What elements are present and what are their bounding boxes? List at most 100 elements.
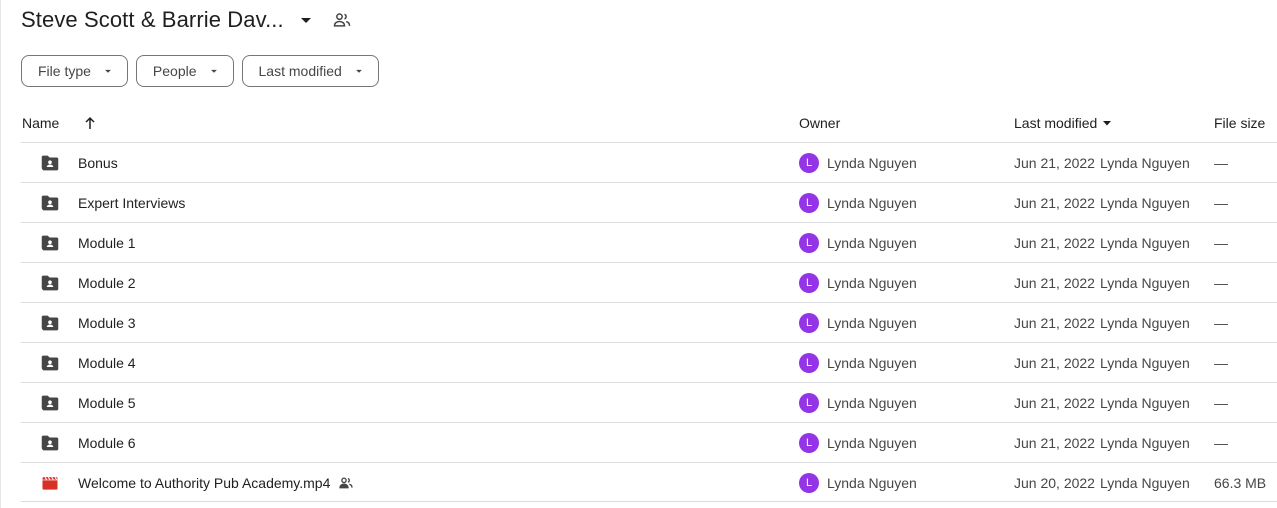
panel-border: [0, 0, 1, 508]
owner-name: Lynda Nguyen: [827, 434, 917, 451]
file-name[interactable]: Module 4: [78, 343, 136, 382]
file-name-text: Welcome to Authority Pub Academy.mp4: [78, 474, 331, 491]
modified-date: Jun 21, 2022: [1014, 394, 1095, 411]
people-icon[interactable]: [330, 8, 354, 32]
modified-date: Jun 21, 2022: [1014, 154, 1095, 171]
file-name[interactable]: Module 5: [78, 383, 136, 422]
last-modified-cell: Jun 21, 2022 Lynda Nguyen: [1014, 263, 1190, 302]
file-name[interactable]: Module 1: [78, 223, 136, 262]
avatar[interactable]: L: [799, 192, 819, 213]
file-name[interactable]: Bonus: [78, 143, 118, 182]
avatar[interactable]: L: [799, 472, 819, 493]
owner-cell: L Lynda Nguyen: [799, 143, 917, 182]
chevron-down-icon: [105, 69, 111, 73]
column-name[interactable]: Name: [22, 104, 59, 142]
file-name-text: Module 3: [78, 314, 136, 331]
owner-cell: L Lynda Nguyen: [799, 183, 917, 222]
chevron-down-icon: [355, 69, 362, 73]
file-size: —: [1214, 314, 1228, 331]
modified-date: Jun 20, 2022: [1014, 474, 1095, 491]
avatar[interactable]: L: [799, 272, 819, 293]
owner-cell: L Lynda Nguyen: [799, 263, 917, 302]
shared-folder-icon: [38, 263, 62, 302]
modified-date: Jun 21, 2022: [1014, 234, 1095, 251]
table-row[interactable]: Bonus L Lynda Nguyen Jun 21, 2022 Lynda Nguy…: [21, 142, 1277, 182]
modified-by: Lynda Nguyen: [1099, 234, 1190, 251]
column-last-modified-label: Last modified: [1014, 115, 1098, 131]
table-row[interactable]: Module 3 L Lynda Nguyen Jun 21, 2022 Lynda N…: [21, 302, 1277, 342]
filter-label: People: [152, 63, 197, 79]
modified-date: Jun 21, 2022: [1014, 434, 1095, 451]
modified-date: Jun 21, 2022: [1014, 194, 1095, 211]
last-modified-filter[interactable]: Last modified: [241, 55, 379, 87]
file-name[interactable]: Module 3: [78, 303, 136, 342]
owner-cell: L Lynda Nguyen: [799, 343, 917, 382]
modified-by: Lynda Nguyen: [1099, 394, 1190, 411]
filter-bar: File type People Last modified: [21, 55, 379, 87]
file-size: —: [1214, 234, 1228, 251]
owner-cell: L Lynda Nguyen: [799, 303, 917, 342]
sort-direction-icon: [1103, 121, 1112, 126]
file-name-text: Bonus: [78, 154, 118, 171]
table-row[interactable]: Module 5 L Lynda Nguyen Jun 21, 2022 Lynda N…: [21, 382, 1277, 422]
file-name-text: Module 5: [78, 394, 136, 411]
last-modified-cell: Jun 21, 2022 Lynda Nguyen: [1014, 143, 1190, 182]
shared-folder-icon: [38, 183, 62, 222]
people-filter[interactable]: People: [135, 55, 234, 87]
file-name[interactable]: Module 2: [78, 263, 136, 302]
table-row[interactable]: Module 6 L Lynda Nguyen Jun 21, 2022 Lynda N…: [21, 422, 1277, 462]
avatar[interactable]: L: [799, 232, 819, 253]
folder-header: Steve Scott & Barrie Dav...: [21, 4, 354, 36]
avatar[interactable]: L: [799, 432, 819, 453]
file-name-text: Expert Interviews: [78, 194, 186, 211]
owner-cell: L Lynda Nguyen: [799, 463, 917, 502]
modified-by: Lynda Nguyen: [1099, 474, 1190, 491]
last-modified-cell: Jun 21, 2022 Lynda Nguyen: [1014, 303, 1190, 342]
modified-date: Jun 21, 2022: [1014, 314, 1095, 331]
file-size: 66.3 MB: [1214, 474, 1267, 491]
modified-date: Jun 21, 2022: [1014, 274, 1095, 291]
modified-by: Lynda Nguyen: [1099, 274, 1190, 291]
modified-by: Lynda Nguyen: [1099, 194, 1190, 211]
avatar[interactable]: L: [799, 152, 819, 173]
owner-name: Lynda Nguyen: [827, 354, 917, 371]
owner-cell: L Lynda Nguyen: [799, 423, 917, 462]
folder-actions-dropdown-icon[interactable]: [294, 8, 318, 32]
table-row[interactable]: Module 4 L Lynda Nguyen Jun 21, 2022 Lynda N…: [21, 342, 1277, 382]
last-modified-cell: Jun 20, 2022 Lynda Nguyen: [1014, 463, 1190, 502]
page-title: Steve Scott & Barrie Dav...: [21, 7, 284, 32]
table-row[interactable]: Welcome to Authority Pub Academy.mp4 L Lyn…: [21, 462, 1277, 502]
owner-name: Lynda Nguyen: [827, 314, 917, 331]
table-row[interactable]: Expert Interviews L Lynda Nguyen Jun 21, 20…: [21, 182, 1277, 222]
shared-people-icon: [338, 475, 354, 491]
avatar[interactable]: L: [799, 312, 819, 333]
filter-label: File type: [38, 63, 91, 79]
column-file-size[interactable]: File size: [1214, 104, 1265, 142]
last-modified-cell: Jun 21, 2022 Lynda Nguyen: [1014, 223, 1190, 262]
owner-cell: L Lynda Nguyen: [799, 383, 917, 422]
modified-by: Lynda Nguyen: [1099, 154, 1190, 171]
file-name[interactable]: Welcome to Authority Pub Academy.mp4: [78, 463, 354, 502]
last-modified-cell: Jun 21, 2022 Lynda Nguyen: [1014, 183, 1190, 222]
owner-name: Lynda Nguyen: [827, 194, 917, 211]
avatar[interactable]: L: [799, 392, 819, 413]
file-type-filter[interactable]: File type: [21, 55, 128, 87]
avatar[interactable]: L: [799, 352, 819, 373]
arrow-upward-icon[interactable]: [80, 104, 100, 142]
owner-name: Lynda Nguyen: [827, 474, 917, 491]
table-header: Name Owner Last modified File size: [0, 104, 1277, 142]
modified-date: Jun 21, 2022: [1014, 354, 1095, 371]
file-size: —: [1214, 194, 1228, 211]
file-name[interactable]: Module 6: [78, 423, 136, 462]
table-row[interactable]: Module 2 L Lynda Nguyen Jun 21, 2022 Lynda N…: [21, 262, 1277, 302]
file-size: —: [1214, 154, 1228, 171]
owner-name: Lynda Nguyen: [827, 154, 917, 171]
shared-folder-icon: [38, 343, 62, 382]
modified-by: Lynda Nguyen: [1099, 314, 1190, 331]
column-last-modified[interactable]: Last modified: [1014, 104, 1113, 142]
modified-by: Lynda Nguyen: [1099, 354, 1190, 371]
shared-folder-icon: [38, 383, 62, 422]
file-size: —: [1214, 354, 1228, 371]
file-name[interactable]: Expert Interviews: [78, 183, 185, 222]
table-row[interactable]: Module 1 L Lynda Nguyen Jun 21, 2022 Lynda N…: [21, 222, 1277, 262]
